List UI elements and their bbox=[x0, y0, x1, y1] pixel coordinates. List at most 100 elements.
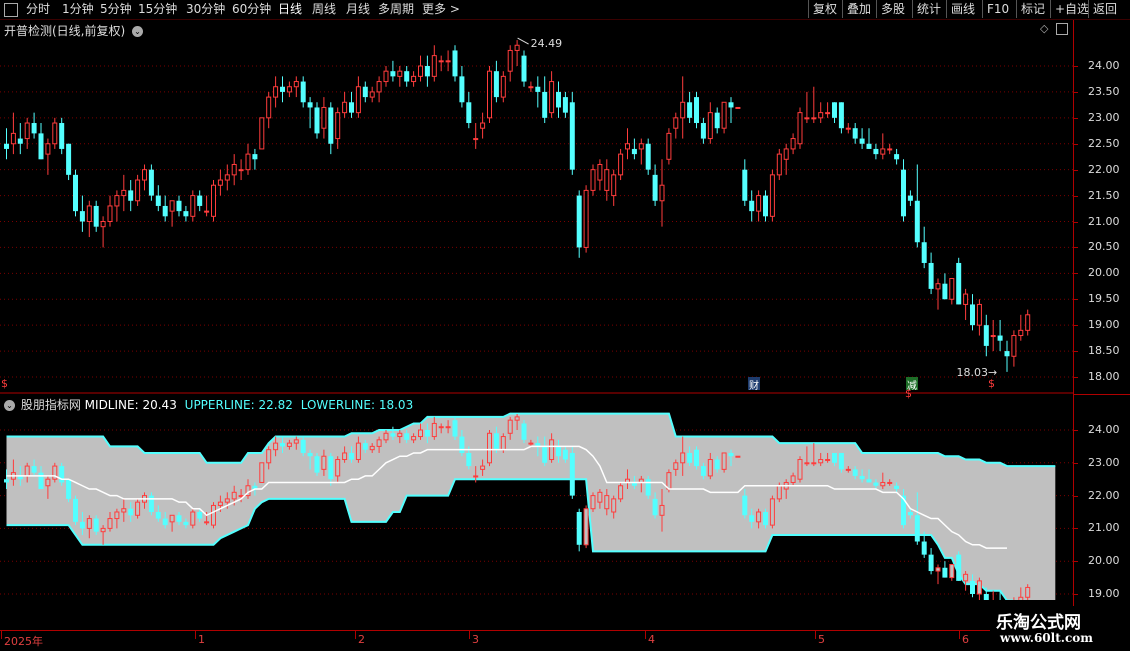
toolbar-button-8[interactable]: 返回 bbox=[1088, 0, 1121, 18]
candle-body bbox=[638, 143, 644, 150]
candle-body bbox=[590, 169, 596, 191]
sub-candle-body bbox=[431, 422, 437, 438]
candle-body bbox=[190, 195, 196, 217]
candle-body bbox=[528, 86, 534, 89]
sub-candle-body bbox=[583, 508, 589, 546]
sub-candle-body bbox=[521, 423, 527, 440]
toolbar-button-6[interactable]: 标记 bbox=[1016, 0, 1049, 18]
candle-body bbox=[224, 174, 230, 181]
toolbar-button-4[interactable]: 画线 bbox=[946, 0, 979, 18]
candle-body bbox=[500, 75, 506, 98]
dividend-marker-3[interactable]: $ bbox=[988, 377, 995, 390]
chevron-down-icon[interactable]: ⌄ bbox=[132, 26, 144, 37]
sub-candle-body bbox=[949, 563, 955, 579]
date-label: 1 bbox=[198, 633, 205, 646]
candle-body bbox=[783, 148, 789, 160]
sub-candle-body bbox=[355, 442, 361, 461]
dividend-marker[interactable]: $ bbox=[1, 377, 8, 390]
candle-body bbox=[652, 174, 658, 201]
sub-candle-body bbox=[659, 504, 665, 516]
toolbar-button-3[interactable]: 统计 bbox=[912, 0, 945, 18]
candle bbox=[142, 164, 147, 191]
candle bbox=[763, 190, 768, 222]
sub-candle-body bbox=[224, 498, 230, 503]
period-tab-0[interactable]: 分时 bbox=[26, 1, 50, 18]
candle bbox=[293, 76, 299, 98]
candle bbox=[190, 190, 196, 222]
sub-candle-body bbox=[404, 433, 410, 440]
candle bbox=[825, 102, 831, 118]
candle bbox=[949, 278, 955, 305]
candle bbox=[645, 138, 651, 175]
band-indicator-chart[interactable] bbox=[0, 394, 1073, 630]
sub-candle-body bbox=[24, 465, 30, 477]
sub-candle bbox=[66, 479, 72, 503]
sub-tick-label: 20.00 bbox=[1088, 554, 1120, 568]
toolbar-button-0[interactable]: 复权 bbox=[808, 0, 841, 18]
candle bbox=[135, 174, 141, 206]
sub-candle-body bbox=[259, 462, 265, 483]
period-tab-5[interactable]: 60分钟 bbox=[232, 1, 271, 18]
sub-candle bbox=[73, 495, 78, 526]
candle bbox=[700, 117, 706, 144]
period-tab-7[interactable]: 周线 bbox=[312, 1, 336, 18]
restore-icon[interactable] bbox=[1056, 23, 1068, 35]
sub-candle-body bbox=[300, 439, 306, 453]
sub-candle-body bbox=[162, 518, 168, 526]
sub-tick-mark bbox=[1074, 561, 1078, 563]
candle bbox=[397, 66, 403, 87]
candle bbox=[673, 112, 679, 139]
sub-candle-body bbox=[707, 459, 713, 477]
sub-candle-body bbox=[411, 436, 417, 441]
sub-candle-body bbox=[887, 481, 893, 484]
candle-body bbox=[790, 138, 796, 150]
price-tick-label: 20.50 bbox=[1088, 240, 1120, 254]
toolbar-button-2[interactable]: 多股 bbox=[876, 0, 909, 18]
candle bbox=[935, 278, 941, 310]
price-tick-label: 18.50 bbox=[1088, 344, 1120, 358]
financial-report-marker[interactable]: 财 bbox=[748, 377, 760, 392]
candle bbox=[901, 159, 906, 222]
period-tab-4[interactable]: 30分钟 bbox=[186, 1, 225, 18]
candle bbox=[797, 107, 803, 149]
candle bbox=[631, 138, 637, 160]
candle-body bbox=[928, 262, 934, 289]
sub-candle bbox=[769, 495, 775, 529]
period-tab-1[interactable]: 1分钟 bbox=[62, 1, 94, 18]
diamond-icon[interactable]: ◇ bbox=[1040, 22, 1048, 35]
sub-candle-body bbox=[183, 521, 189, 526]
toolbar-grid-icon[interactable] bbox=[4, 3, 18, 17]
candle-body bbox=[493, 71, 499, 98]
toolbar-button-5[interactable]: F10 bbox=[982, 0, 1013, 18]
period-tab-6[interactable]: 日线 bbox=[278, 1, 302, 18]
period-tab-2[interactable]: 5分钟 bbox=[100, 1, 132, 18]
price-tick-label: 19.00 bbox=[1088, 318, 1120, 332]
candle-body bbox=[894, 154, 900, 160]
sub-candle bbox=[148, 492, 154, 516]
period-tab-8[interactable]: 月线 bbox=[346, 1, 370, 18]
period-tab-9[interactable]: 多周期 bbox=[378, 1, 414, 18]
sub-candle-body bbox=[438, 426, 444, 429]
candle-body bbox=[321, 106, 327, 129]
toolbar-button-1[interactable]: 叠加 bbox=[842, 0, 875, 18]
toolbar-button-7[interactable]: +自选 bbox=[1050, 0, 1093, 18]
price-tick-label: 21.50 bbox=[1088, 188, 1120, 202]
indicator-panel[interactable]: ⌄ 股朋指标网 MIDLINE: 20.43 UPPERLINE: 22.82 … bbox=[0, 394, 1073, 630]
candle-body bbox=[466, 102, 472, 124]
price-tick-label: 19.50 bbox=[1088, 292, 1120, 306]
main-chart-panel[interactable]: 开普检测(日线,前复权) ⌄ ◇ 24.49 18.03→ $ 财减 $ $ bbox=[0, 20, 1073, 400]
candle bbox=[590, 164, 596, 196]
candle bbox=[618, 148, 624, 181]
sub-candle-body bbox=[818, 459, 824, 464]
period-tab-3[interactable]: 15分钟 bbox=[138, 1, 177, 18]
candle-body bbox=[314, 107, 320, 134]
price-tick-label: 23.50 bbox=[1088, 84, 1120, 98]
candle bbox=[280, 76, 285, 103]
candle bbox=[31, 112, 37, 139]
candle-body bbox=[383, 70, 389, 83]
chevron-down-icon[interactable]: ⌄ bbox=[4, 400, 15, 411]
sub-candle-body bbox=[480, 465, 486, 470]
candlestick-chart[interactable] bbox=[0, 20, 1073, 394]
candle bbox=[238, 159, 244, 181]
period-tab-10[interactable]: 更多 > bbox=[422, 1, 460, 18]
